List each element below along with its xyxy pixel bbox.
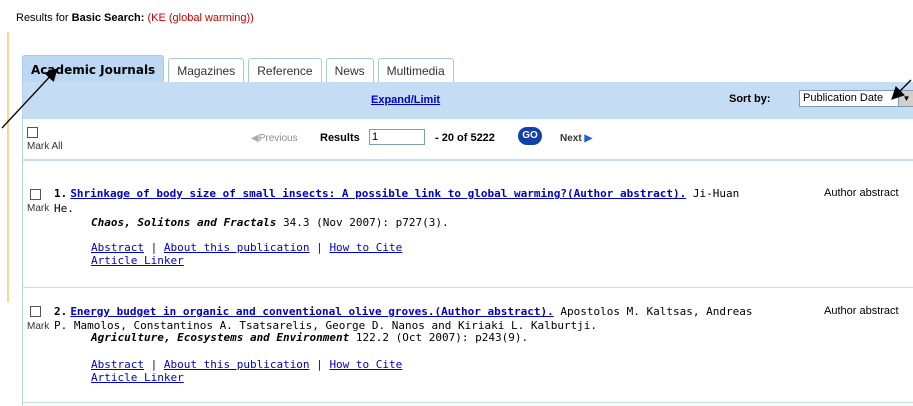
record-type: Author abstract (824, 305, 899, 317)
mark-checkbox[interactable] (30, 189, 41, 200)
record-line: 2. Energy budget in organic and conventi… (54, 305, 752, 318)
results-panel: Expand/Limit Sort by: Publication Date ▼… (22, 82, 913, 406)
link-separator: | (143, 358, 164, 371)
next-link[interactable]: Next ▶ (560, 133, 592, 144)
dropdown-arrow-icon[interactable]: ▼ (898, 91, 913, 106)
mark-label: Mark (27, 203, 50, 214)
record-source: Agriculture, Ecosystems and Environment … (91, 331, 528, 344)
record-number: 1. (54, 187, 68, 200)
link-separator: | (309, 358, 330, 371)
sort-by-select[interactable]: Publication Date ▼ (799, 90, 913, 107)
record-separator (23, 402, 913, 403)
record-type: Author abstract (824, 187, 899, 199)
results-heading: Results for Basic Search: (KE (global wa… (16, 12, 254, 24)
record-title-link[interactable]: Shrinkage of body size of small insects:… (70, 187, 686, 200)
pagination-bar: Mark All ◀Previous Results 1 - 20 of 522… (23, 119, 913, 161)
previous-link: ◀Previous (251, 133, 298, 144)
record-title-link[interactable]: Energy budget in organic and conventiona… (70, 305, 553, 318)
record-authors: Ji-Huan (686, 187, 740, 200)
record-links: Abstract | About this publication | How … (91, 358, 402, 384)
abstract-link[interactable]: Abstract (91, 358, 144, 371)
mark-all-checkbox[interactable] (27, 127, 38, 138)
next-arrow-icon: ▶ (584, 133, 593, 144)
search-type: Basic Search: (71, 12, 145, 24)
record-authors-cont: He. (54, 202, 74, 215)
previous-arrow-icon: ◀ (251, 133, 259, 144)
tab-news[interactable]: News (325, 58, 374, 83)
sort-by-label: Sort by: (729, 93, 771, 105)
results-start-input[interactable]: 1 (369, 129, 425, 145)
mark-checkbox[interactable] (30, 306, 41, 317)
abstract-link[interactable]: Abstract (91, 241, 144, 254)
link-separator: | (309, 241, 330, 254)
mark-label: Mark (27, 321, 50, 332)
record-number: 2. (54, 305, 68, 318)
search-query: (KE (global warming)) (147, 12, 254, 24)
record-links: Abstract | About this publication | How … (91, 241, 402, 267)
about-publication-link[interactable]: About this publication (164, 358, 310, 371)
left-accent-bar (7, 32, 9, 302)
record-authors: Apostolos M. Kaltsas, Andreas (553, 305, 753, 318)
citation: 122.2 (Oct 2007): p243(9). (349, 331, 529, 344)
citation: 34.3 (Nov 2007): p727(3). (276, 216, 449, 229)
journal-name: Agriculture, Ecosystems and Environment (91, 331, 350, 344)
about-publication-link[interactable]: About this publication (164, 241, 310, 254)
tab-multimedia[interactable]: Multimedia (377, 58, 454, 83)
record-line: 1. Shrinkage of body size of small insec… (54, 187, 739, 200)
how-to-cite-link[interactable]: How to Cite (329, 241, 402, 254)
record-source: Chaos, Solitons and Fractals 34.3 (Nov 2… (91, 216, 449, 229)
mark-all-label: Mark All (27, 141, 63, 152)
content-type-tabs: Academic Journals Magazines Reference Ne… (22, 55, 458, 83)
results-label: Results (320, 132, 360, 144)
sort-by-value: Publication Date (803, 92, 884, 104)
results-toolbar: Expand/Limit Sort by: Publication Date ▼ (23, 82, 913, 119)
article-linker-link[interactable]: Article Linker (91, 254, 184, 267)
result-record-1: Mark 1. Shrinkage of body size of small … (23, 161, 913, 279)
tab-magazines[interactable]: Magazines (168, 58, 245, 83)
expand-limit-link[interactable]: Expand/Limit (371, 94, 440, 106)
go-button[interactable]: GO (518, 127, 542, 145)
results-for-label: Results for (16, 12, 69, 24)
result-record-2: Mark 2. Energy budget in organic and con… (23, 288, 913, 406)
results-range: - 20 of 5222 (435, 132, 495, 144)
journal-name: Chaos, Solitons and Fractals (91, 216, 277, 229)
article-linker-link[interactable]: Article Linker (91, 371, 184, 384)
link-separator: | (143, 241, 164, 254)
tab-reference[interactable]: Reference (248, 58, 322, 83)
tab-academic-journals[interactable]: Academic Journals (22, 55, 165, 83)
how-to-cite-link[interactable]: How to Cite (329, 358, 402, 371)
